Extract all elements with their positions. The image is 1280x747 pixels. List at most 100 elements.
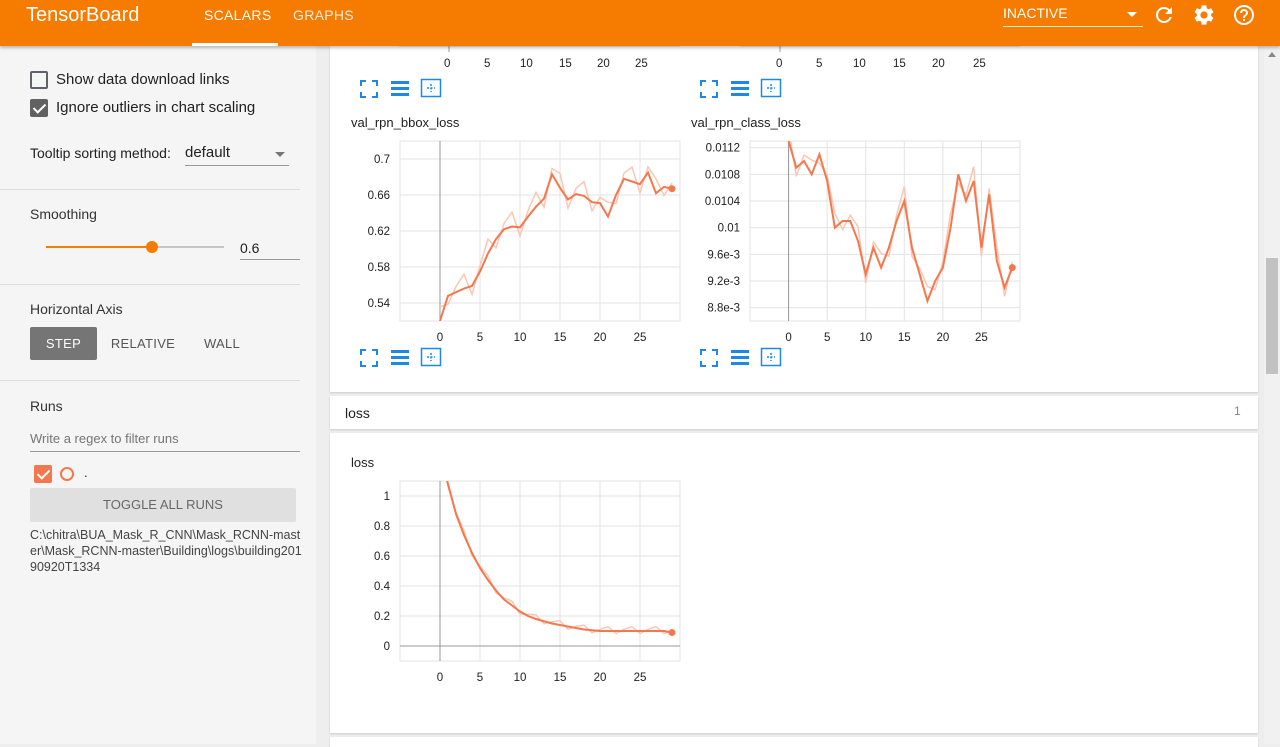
help-icon[interactable] (1232, 3, 1256, 27)
y-tick-label: 8.8e-3 (707, 303, 740, 315)
ignore-outliers-checkbox[interactable] (30, 99, 48, 117)
x-tick-label: 15 (554, 332, 567, 344)
data-series-icon[interactable] (729, 347, 751, 367)
x-tick-label: 20 (936, 332, 949, 344)
fit-domain-icon[interactable] (760, 78, 782, 98)
raw-series-line (446, 481, 673, 635)
tick-label: 15 (559, 58, 572, 70)
loss-group-label: loss (345, 405, 370, 421)
ignore-outliers-label: Ignore outliers in chart scaling (56, 99, 256, 116)
y-tick-label: 0.6 (374, 551, 390, 563)
run-label: . (84, 465, 88, 480)
y-tick-label: 0.0108 (705, 169, 740, 181)
loss-group-header[interactable]: loss 1 (330, 396, 1258, 429)
x-tick-label: 15 (898, 332, 911, 344)
y-tick-label: 9.6e-3 (707, 249, 740, 261)
tab-graphs[interactable]: GRAPHS (293, 7, 354, 23)
x-tick-label: 10 (514, 672, 527, 684)
divider (0, 189, 300, 190)
y-tick-label: 9.2e-3 (707, 276, 740, 288)
tick-label: 25 (635, 58, 648, 70)
x-tick-label: 10 (859, 332, 872, 344)
refresh-icon[interactable] (1152, 3, 1176, 27)
run-checkbox[interactable] (34, 465, 52, 483)
chart-title-val-rpn-class-loss: val_rpn_class_loss (691, 115, 801, 130)
loss-group-count: 1 (1234, 404, 1241, 418)
tab-scalars[interactable]: SCALARS (204, 7, 271, 23)
fit-domain-icon[interactable] (420, 78, 442, 98)
x-tick-label: 25 (634, 672, 647, 684)
fullscreen-icon[interactable] (698, 347, 720, 367)
smoothing-input[interactable]: 0.6 (240, 236, 300, 260)
smoothing-slider-fill (46, 246, 152, 248)
toggle-all-runs-button[interactable]: TOGGLE ALL RUNS (30, 488, 296, 522)
y-tick-label: 0.0112 (706, 143, 740, 155)
y-tick-label: 0.8 (374, 521, 390, 533)
chart-title-val-rpn-bbox-loss: val_rpn_bbox_loss (351, 115, 460, 130)
next-group-card (330, 737, 1258, 747)
x-tick-label: 5 (824, 332, 830, 344)
tick-label: 0 (776, 58, 783, 70)
tooltip-sorting-label: Tooltip sorting method: (30, 145, 171, 161)
fit-domain-icon[interactable] (760, 347, 782, 367)
plot-frame (399, 480, 681, 662)
x-tick-label: 0 (785, 332, 791, 344)
y-tick-label: 1 (384, 491, 390, 503)
inactive-dashboard-select[interactable]: INACTIVE (1003, 5, 1143, 27)
series-line (787, 141, 1014, 305)
tick-label: 5 (484, 58, 491, 70)
y-tick-label: 0.2 (374, 611, 390, 623)
y-tick-label: 0.54 (368, 298, 391, 310)
axis-step-button[interactable]: STEP (30, 327, 97, 360)
x-tick-label: 20 (594, 672, 607, 684)
tooltip-sorting-select[interactable]: default (185, 142, 289, 166)
scrollbar-thumb[interactable] (1266, 258, 1278, 374)
x-tick-label: 15 (554, 672, 567, 684)
series-end-point (1008, 264, 1016, 272)
smoothing-title: Smoothing (30, 206, 97, 222)
tick-label: 5 (816, 58, 823, 70)
gear-icon[interactable] (1192, 3, 1216, 27)
tick-label: 25 (973, 58, 986, 70)
smoothing-slider-knob[interactable] (146, 241, 158, 253)
tick-label: 10 (520, 58, 533, 70)
horizontal-axis-title: Horizontal Axis (30, 301, 123, 317)
fullscreen-icon[interactable] (698, 78, 720, 98)
tooltip-sorting-value: default (185, 144, 231, 161)
smoothing-value: 0.6 (240, 240, 260, 256)
chart-title-loss: loss (351, 455, 375, 470)
y-tick-label: 0.58 (368, 262, 390, 274)
data-series-icon[interactable] (389, 78, 411, 98)
series-end-point (668, 185, 676, 193)
fit-domain-icon[interactable] (420, 347, 442, 367)
show-download-links-checkbox[interactable] (30, 71, 48, 89)
data-series-icon[interactable] (389, 347, 411, 367)
fullscreen-icon[interactable] (358, 347, 380, 367)
x-tick-label: 0 (437, 672, 443, 684)
chart-val-rpn-bbox-loss[interactable]: 0.7 0.66 0.62 0.58 0.54 0 5 10 15 20 25 (350, 136, 690, 346)
sidebar: Show data download links Ignore outliers… (0, 46, 316, 744)
show-download-links-label: Show data download links (56, 71, 230, 88)
x-tick-label: 5 (477, 332, 483, 344)
y-tick-label: 0.01 (718, 223, 740, 235)
axis-wall-button[interactable]: WALL (196, 327, 248, 360)
runs-filter-input[interactable] (30, 426, 300, 452)
y-tick-label: 0 (384, 641, 390, 653)
top-app-bar: TensorBoard SCALARS GRAPHS INACTIVE (0, 0, 1280, 46)
axis-relative-button[interactable]: RELATIVE (106, 327, 180, 360)
app-title: TensorBoard (26, 4, 140, 26)
chart-val-rpn-class-loss[interactable]: 0.0112 0.0108 0.0104 0.01 9.6e-3 9.2e-3 8.8e-3… (700, 136, 1030, 346)
run-color-radio[interactable] (60, 467, 74, 481)
scroll-up-icon[interactable] (1268, 52, 1276, 57)
y-tick-label: 0.4 (374, 581, 391, 593)
inactive-select-value: INACTIVE (1003, 5, 1068, 21)
series-end-point (668, 629, 676, 636)
y-tick-label: 0.0104 (705, 196, 741, 208)
raw-series-line (439, 165, 673, 308)
active-tab-indicator (192, 43, 278, 46)
scrollbar-track[interactable] (1264, 46, 1280, 744)
chart-loss[interactable]: 1 0.8 0.6 0.4 0.2 0 0 5 10 15 20 25 (350, 476, 690, 686)
fullscreen-icon[interactable] (358, 78, 380, 98)
data-series-icon[interactable] (729, 78, 751, 98)
tick-label: 10 (853, 58, 866, 70)
